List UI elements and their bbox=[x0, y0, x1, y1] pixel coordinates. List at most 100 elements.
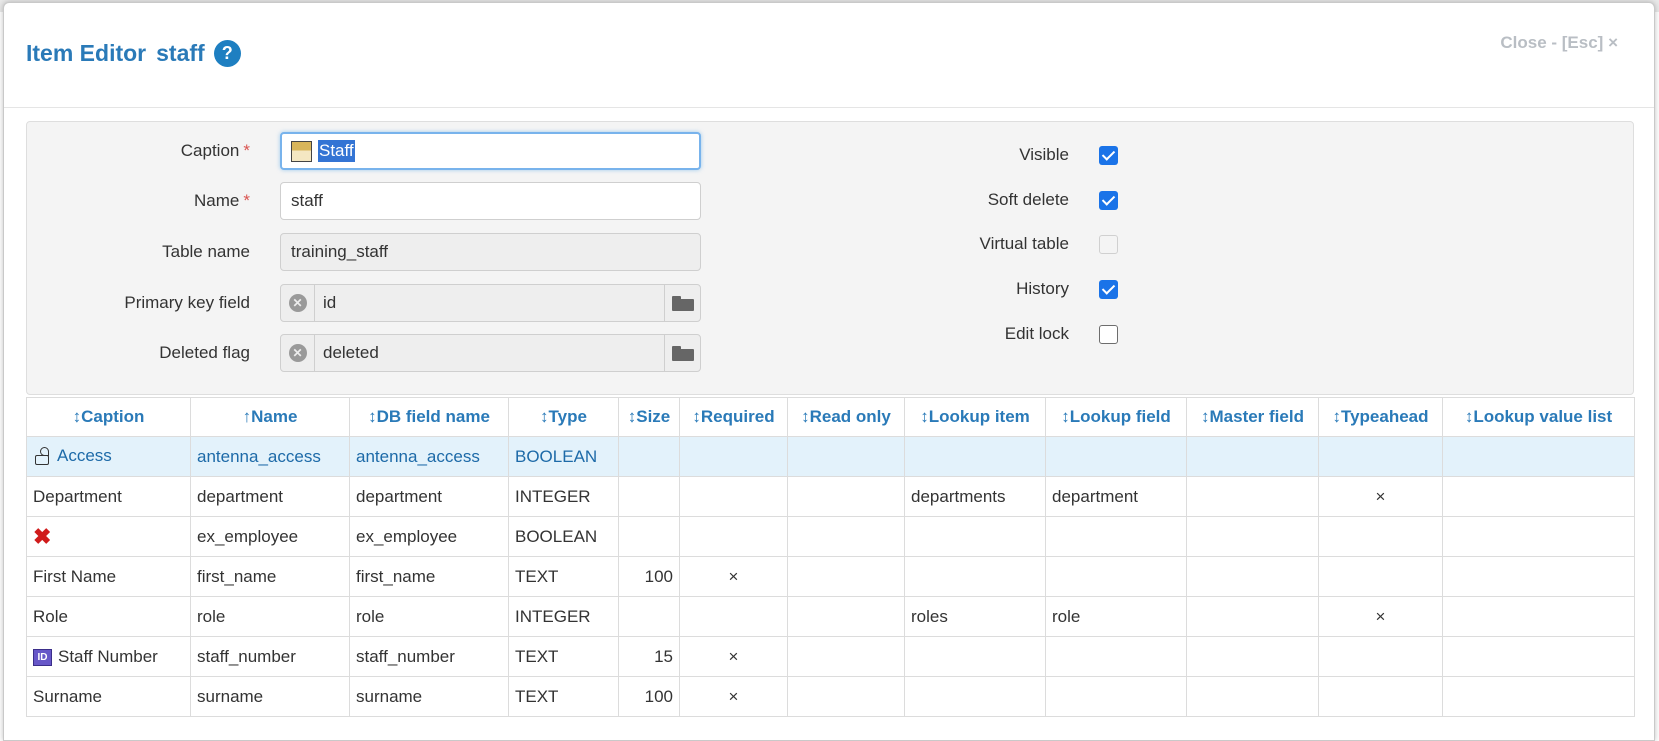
cell-lookup-item: roles bbox=[904, 596, 1046, 637]
table-row[interactable]: ✖ ex_employee ex_employee BOOLEAN bbox=[26, 516, 1635, 557]
table-row[interactable]: ID Staff Number staff_number staff_number TE… bbox=[26, 636, 1635, 677]
clear-primary-key-button[interactable]: ✕ bbox=[281, 285, 315, 321]
virtual-table-checkbox[interactable] bbox=[1099, 234, 1118, 254]
name-input[interactable]: staff bbox=[280, 182, 701, 220]
edit-lock-checkbox[interactable] bbox=[1099, 324, 1118, 344]
help-icon[interactable]: ? bbox=[213, 40, 241, 67]
virtual-table-label: Virtual table bbox=[979, 234, 1069, 253]
cell-read-only bbox=[787, 556, 905, 597]
cell-typeahead bbox=[1318, 556, 1443, 597]
cell-name: role bbox=[190, 596, 350, 637]
cell-type: INTEGER bbox=[508, 596, 619, 637]
caption-input[interactable]: Staff bbox=[280, 132, 701, 170]
column-header-db-field-name[interactable]: ↕DB field name bbox=[349, 397, 509, 437]
cell-required: × bbox=[679, 676, 788, 717]
cell-caption-text: Department bbox=[33, 486, 122, 506]
cell-size bbox=[618, 436, 680, 477]
history-row: History bbox=[887, 269, 1118, 309]
soft-delete-checkbox[interactable] bbox=[1099, 190, 1118, 210]
cell-lookup-item bbox=[904, 516, 1046, 557]
column-header-read-only[interactable]: ↕Read only bbox=[787, 397, 905, 437]
table-body: Access antenna_access antenna_access BOOLEA… bbox=[26, 436, 1635, 717]
cell-required-text: × bbox=[728, 646, 739, 666]
primary-key-value[interactable]: id bbox=[315, 285, 664, 321]
table-row[interactable]: Surname surname surname TEXT 100 × bbox=[26, 676, 1635, 717]
cell-type-text: TEXT bbox=[515, 646, 559, 666]
column-header-name[interactable]: ↑Name bbox=[190, 397, 350, 437]
cell-db-field-name: staff_number bbox=[349, 636, 509, 677]
deleted-flag-label: Deleted flag bbox=[159, 343, 250, 362]
cell-type: TEXT bbox=[508, 636, 619, 677]
dialog-header: Item Editor staff ? Close - [Esc] × bbox=[4, 3, 1654, 108]
cell-lookup-value-list bbox=[1442, 596, 1635, 637]
cell-lookup-item bbox=[904, 636, 1046, 677]
cell-typeahead: × bbox=[1318, 476, 1443, 517]
cell-name: first_name bbox=[190, 556, 350, 597]
table-row[interactable]: Department department department INTEGER dep… bbox=[26, 476, 1635, 517]
table-row[interactable]: First Name first_name first_name TEXT 100 × bbox=[26, 556, 1635, 597]
cell-lookup-field bbox=[1045, 516, 1187, 557]
cell-lookup-field-text: department bbox=[1052, 486, 1138, 506]
cell-type-text: INTEGER bbox=[515, 606, 591, 626]
cell-lookup-item-text: roles bbox=[911, 606, 948, 626]
cell-required bbox=[679, 516, 788, 557]
column-header-lookup-item[interactable]: ↕Lookup item bbox=[904, 397, 1046, 437]
virtual-table-row: Virtual table bbox=[887, 224, 1118, 264]
cell-size: 100 bbox=[618, 676, 680, 717]
table-row[interactable]: Role role role INTEGER roles role × bbox=[26, 596, 1635, 637]
required-mark: * bbox=[243, 191, 250, 210]
visible-checkbox[interactable] bbox=[1099, 145, 1118, 165]
cell-name: antenna_access bbox=[190, 436, 350, 477]
column-header-lookup-value-list[interactable]: ↕Lookup value list bbox=[1442, 397, 1635, 437]
cell-read-only bbox=[787, 676, 905, 717]
edit-lock-label: Edit lock bbox=[1004, 324, 1069, 343]
column-header-typeahead[interactable]: ↕Typeahead bbox=[1318, 397, 1443, 437]
history-label: History bbox=[1016, 279, 1069, 298]
cell-caption-text: Role bbox=[33, 606, 68, 626]
cell-name-text: antenna_access bbox=[197, 446, 321, 466]
cell-db-field-name: first_name bbox=[349, 556, 509, 597]
folder-open-icon bbox=[671, 345, 694, 361]
deleted-flag-field: ✕ deleted bbox=[280, 334, 701, 372]
soft-delete-label: Soft delete bbox=[987, 190, 1069, 209]
table-row[interactable]: Access antenna_access antenna_access BOOLEA… bbox=[26, 436, 1635, 477]
cell-size bbox=[618, 596, 680, 637]
cell-read-only bbox=[787, 476, 905, 517]
select-deleted-flag-button[interactable] bbox=[664, 335, 700, 371]
soft-delete-row: Soft delete bbox=[887, 180, 1118, 220]
close-button[interactable]: Close - [Esc] × bbox=[1500, 33, 1618, 53]
column-header-size[interactable]: ↕Size bbox=[618, 397, 680, 437]
cell-type-text: TEXT bbox=[515, 686, 559, 706]
cell-required bbox=[679, 476, 788, 517]
column-header-lookup-field[interactable]: ↕Lookup field bbox=[1045, 397, 1187, 437]
cell-size: 100 bbox=[618, 556, 680, 597]
table-name-input[interactable]: training_staff bbox=[280, 233, 701, 271]
cell-read-only bbox=[787, 596, 905, 637]
cell-size bbox=[618, 476, 680, 517]
caption-input-value: Staff bbox=[318, 140, 355, 162]
select-primary-key-button[interactable] bbox=[664, 285, 700, 321]
history-checkbox[interactable] bbox=[1099, 279, 1118, 299]
cell-type-text: BOOLEAN bbox=[515, 446, 598, 466]
cell-typeahead bbox=[1318, 636, 1443, 677]
cell-required bbox=[679, 436, 788, 477]
column-header-caption[interactable]: ↕Caption bbox=[26, 397, 191, 437]
cell-lookup-field-text: role bbox=[1052, 606, 1081, 626]
cell-typeahead bbox=[1318, 516, 1443, 557]
column-header-required[interactable]: ↕Required bbox=[679, 397, 788, 437]
cell-caption-text: Staff Number bbox=[58, 646, 158, 666]
cell-type-text: BOOLEAN bbox=[515, 526, 598, 546]
cell-size-text: 15 bbox=[654, 646, 673, 666]
deleted-flag-value[interactable]: deleted bbox=[315, 335, 664, 371]
cell-db-field-name-text: role bbox=[356, 606, 385, 626]
column-header-master-field[interactable]: ↕Master field bbox=[1186, 397, 1319, 437]
cell-master-field bbox=[1186, 556, 1319, 597]
primary-key-row: Primary key field ✕ id bbox=[27, 283, 701, 323]
cell-db-field-name-text: first_name bbox=[356, 566, 436, 586]
name-row: Name * staff bbox=[27, 181, 701, 221]
column-header-type[interactable]: ↕Type bbox=[508, 397, 619, 437]
clear-deleted-flag-button[interactable]: ✕ bbox=[281, 335, 315, 371]
folder-open-icon bbox=[671, 295, 694, 311]
caption-label: Caption * bbox=[180, 141, 250, 160]
cell-lookup-field bbox=[1045, 436, 1187, 477]
